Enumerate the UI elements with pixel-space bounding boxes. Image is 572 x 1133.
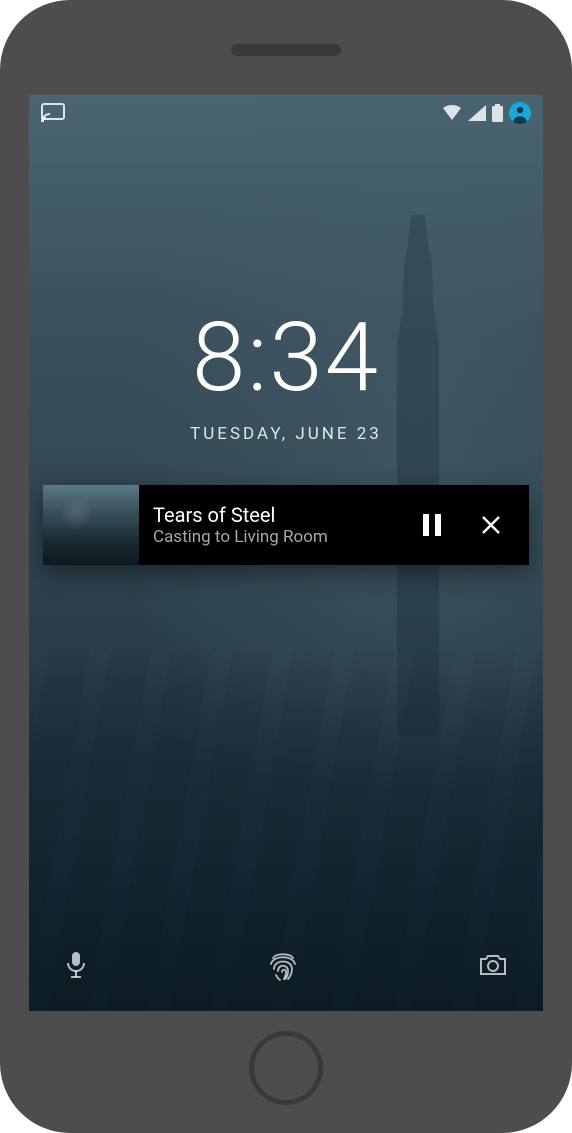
speaker-grille bbox=[231, 44, 341, 56]
wifi-icon bbox=[442, 105, 462, 121]
device-frame: 8:34 TUESDAY, JUNE 23 Tears of Steel Cas… bbox=[0, 0, 572, 1133]
close-icon bbox=[481, 515, 501, 535]
camera-icon bbox=[479, 953, 507, 977]
media-subtitle: Casting to Living Room bbox=[153, 527, 407, 547]
bottom-bar bbox=[29, 941, 543, 989]
media-actions bbox=[407, 485, 529, 565]
clock-area: 8:34 TUESDAY, JUNE 23 bbox=[29, 310, 543, 444]
voice-assist-button[interactable] bbox=[57, 943, 95, 987]
cell-signal-icon bbox=[468, 105, 486, 121]
clock-date: TUESDAY, JUNE 23 bbox=[29, 424, 543, 444]
fingerprint-button[interactable] bbox=[260, 941, 306, 989]
pause-button[interactable] bbox=[417, 508, 447, 542]
status-bar bbox=[29, 95, 543, 131]
home-button[interactable] bbox=[249, 1031, 323, 1105]
pause-icon bbox=[423, 514, 441, 536]
media-title: Tears of Steel bbox=[153, 503, 407, 527]
media-text: Tears of Steel Casting to Living Room bbox=[139, 485, 407, 565]
mic-icon bbox=[65, 951, 87, 979]
camera-button[interactable] bbox=[471, 945, 515, 985]
profile-icon[interactable] bbox=[509, 102, 531, 124]
lock-screen: 8:34 TUESDAY, JUNE 23 Tears of Steel Cas… bbox=[29, 95, 543, 1011]
media-thumbnail bbox=[43, 485, 139, 565]
status-right bbox=[442, 102, 531, 124]
media-notification[interactable]: Tears of Steel Casting to Living Room bbox=[43, 485, 529, 565]
battery-icon bbox=[492, 104, 503, 122]
cast-icon bbox=[41, 103, 65, 123]
fingerprint-icon bbox=[268, 949, 298, 981]
close-button[interactable] bbox=[475, 509, 507, 541]
clock-time: 8:34 bbox=[29, 310, 543, 406]
